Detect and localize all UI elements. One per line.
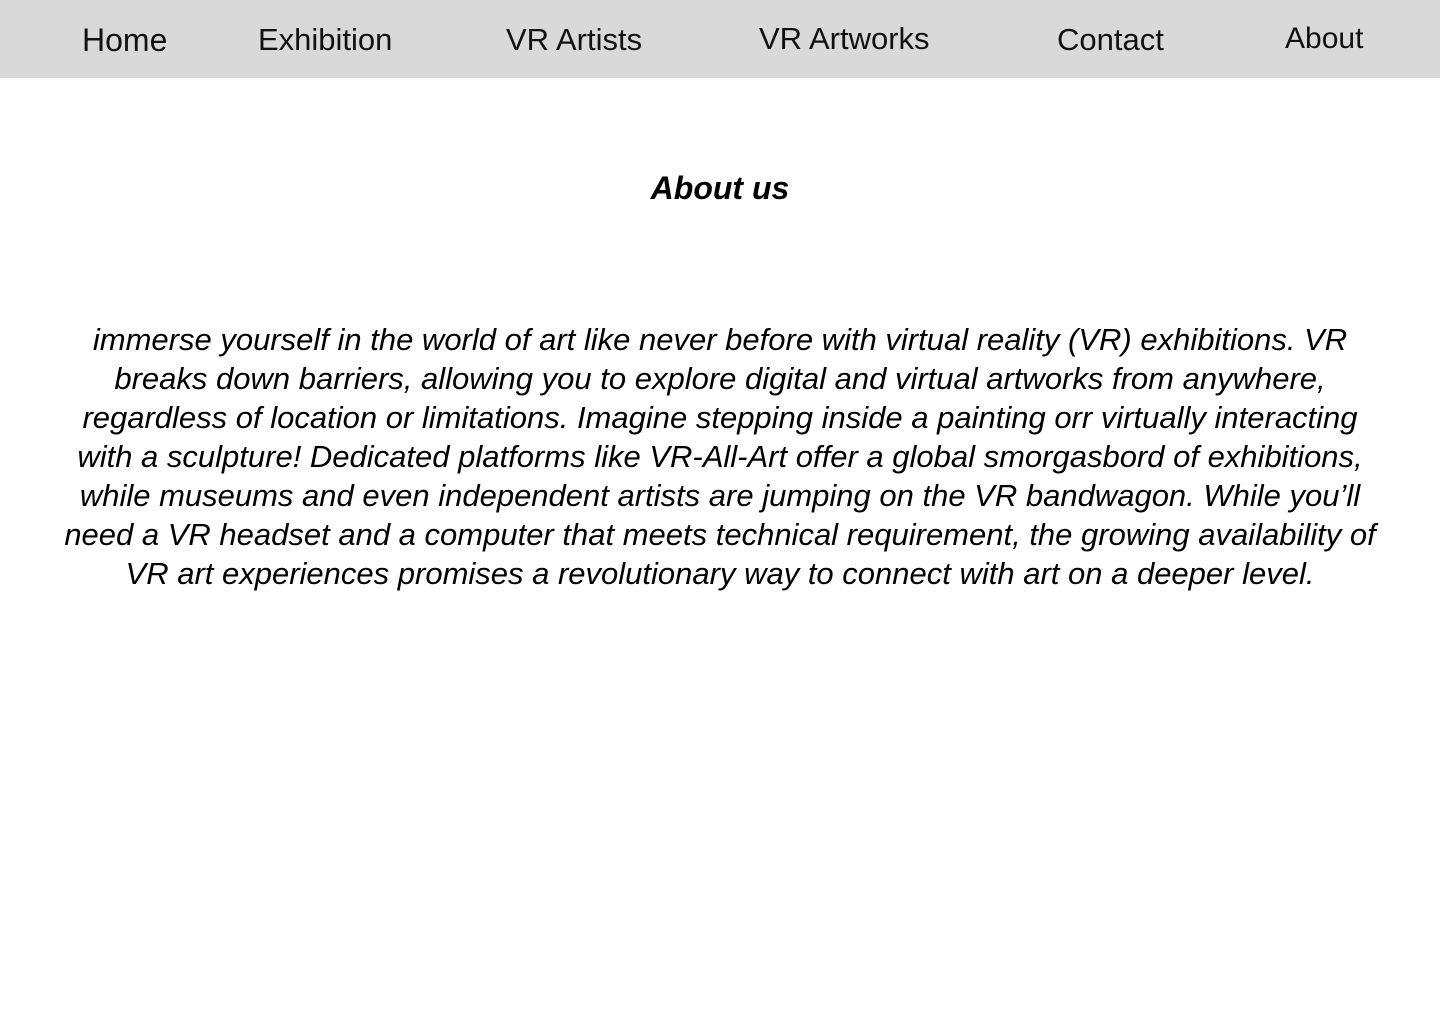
- nav-exhibition-link[interactable]: Exhibition: [258, 21, 392, 59]
- nav-vr-artists-link[interactable]: VR Artists: [506, 21, 642, 59]
- nav-about-link[interactable]: About: [1285, 20, 1363, 58]
- nav-vr-artworks-link[interactable]: VR Artworks: [759, 20, 930, 58]
- nav-contact-link[interactable]: Contact: [1057, 21, 1164, 59]
- page-title: About us: [650, 170, 790, 206]
- nav-home-link[interactable]: Home: [82, 21, 167, 59]
- top-navigation-bar: Home Exhibition VR Artists VR Artworks C…: [0, 0, 1440, 78]
- about-description: immerse yourself in the world of art lik…: [64, 322, 1376, 591]
